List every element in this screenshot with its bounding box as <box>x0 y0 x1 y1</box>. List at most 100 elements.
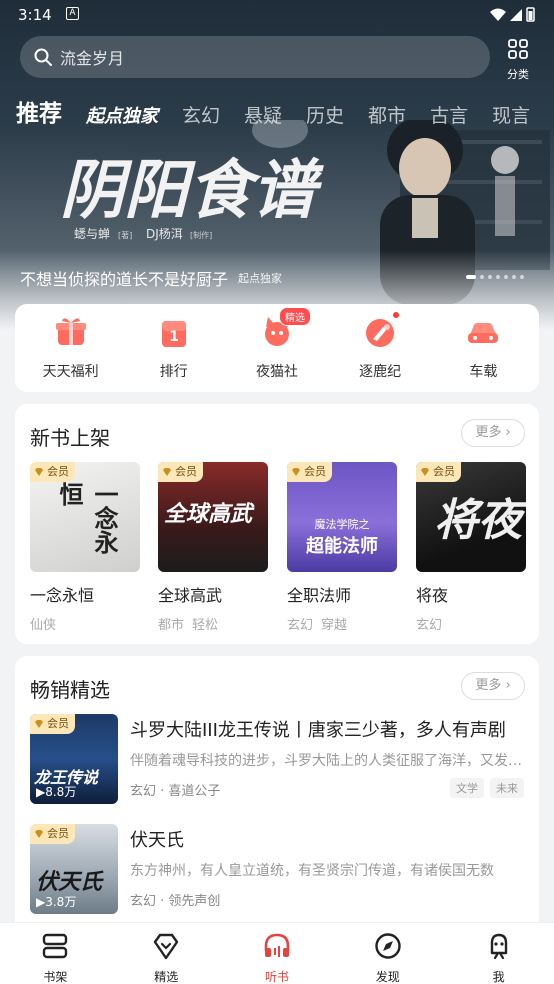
nav-discover[interactable]: 发现 <box>332 923 443 984</box>
pagination-dot <box>488 275 492 279</box>
pagination-dot <box>466 275 476 279</box>
quick-label: 夜猫社 <box>255 364 298 380</box>
tab-suspense[interactable]: 悬疑 <box>244 101 282 128</box>
cover-title: 全球高武 <box>164 502 253 527</box>
category-label: 分类 <box>507 68 529 81</box>
grid-icon <box>508 39 528 59</box>
item-author: 喜道公子 <box>168 784 221 799</box>
cover-title: 将夜 <box>434 495 522 546</box>
book-tag: 玄幻 <box>287 618 314 633</box>
pagination-dot <box>496 275 500 279</box>
book-cover: 一念永恒 会员 <box>30 462 140 572</box>
featured-badge: 精选 <box>278 307 311 326</box>
status-bar: 3:14 A <box>0 0 554 30</box>
nav-label: 听书 <box>264 970 289 984</box>
nav-label: 我 <box>492 970 505 984</box>
item-chip: 未来 <box>490 778 524 798</box>
cover-subtitle: 魔法学院之 <box>314 518 370 531</box>
book-card[interactable]: 全球高武 会员 全球高武 都市 轻松 <box>158 462 268 633</box>
quick-night-cat[interactable]: 精选 夜猫社 <box>227 307 327 381</box>
gift-icon <box>55 318 86 345</box>
vip-label: 会员 <box>175 465 197 478</box>
book-name: 一念永恒 <box>30 586 95 605</box>
vip-heart-icon <box>421 468 429 476</box>
item-title: 斗罗大陆III龙王传说丨唐家三少著，多人有声剧 <box>130 720 506 741</box>
tab-exclusive[interactable]: 起点独家 <box>86 102 158 128</box>
tab-recommend[interactable]: 推荐 <box>16 94 62 128</box>
tab-modern-romance[interactable]: 现言 <box>492 101 530 128</box>
list-item[interactable]: 龙王传说 会员 ▶8.8万 斗罗大陆III龙王传说丨唐家三少著，多人有声剧 伴随… <box>30 714 524 804</box>
vip-badge: 会员 <box>30 462 75 482</box>
vip-label: 会员 <box>47 717 69 730</box>
car-icon <box>468 323 499 343</box>
tab-history[interactable]: 历史 <box>306 101 344 128</box>
item-genre: 玄幻 <box>130 784 157 799</box>
quick-label: 天天福利 <box>42 364 99 380</box>
banner-tag: 起点独家 <box>238 272 283 285</box>
quick-menu: 天天福利 1 排行 精选 夜猫社 逐鹿纪 车载 <box>15 304 539 392</box>
tab-urban[interactable]: 都市 <box>368 101 406 128</box>
compass-icon <box>375 933 401 959</box>
item-description: 伴随着魂导科技的进步，斗罗大陆上的人类征服了海洋，又发现了两片大陆 <box>130 753 524 769</box>
book-tag: 穿越 <box>321 618 348 633</box>
banner-art-title: 阴阳食谱 <box>60 153 324 228</box>
vip-heart-icon <box>292 468 300 476</box>
category-button[interactable]: 分类 <box>500 38 536 81</box>
more-label: 更多 <box>475 678 502 693</box>
pagination-dot <box>480 275 484 279</box>
list-item[interactable]: 伏天氏 会员 ▶3.8万 伏天氏 东方神州，有人皇立道统，有圣贤宗门传道，有诸侯… <box>30 824 524 914</box>
banner-art-credit-2-role: [制作] <box>190 230 212 240</box>
vip-heart-icon <box>35 830 43 838</box>
notification-icon: A <box>66 7 79 20</box>
tab-xuanhuan[interactable]: 玄幻 <box>182 101 220 128</box>
nav-profile[interactable]: 我 <box>443 923 554 984</box>
nav-bookshelf[interactable]: 书架 <box>0 923 111 984</box>
pagination-dot <box>520 275 524 279</box>
nav-featured[interactable]: 精选 <box>111 923 222 984</box>
item-description: 东方神州，有人皇立道统，有圣贤宗门传道，有诸侯国无数 <box>130 863 494 879</box>
quick-deer[interactable]: 逐鹿纪 <box>330 311 430 381</box>
nav-label: 书架 <box>43 970 68 984</box>
book-tag: 都市 <box>158 618 185 633</box>
play-icon: ▶ <box>36 785 46 799</box>
bottom-navigation: 书架 精选 听书 发现 我 <box>0 922 554 984</box>
banner-caption[interactable]: 不想当侦探的道长不是好厨子 起点独家 <box>20 266 282 290</box>
item-chips: 文学 未来 <box>444 778 524 798</box>
pagination-dot <box>504 275 508 279</box>
cover-title: 伏天氏 <box>36 870 103 895</box>
signal-battery-icon <box>490 7 535 22</box>
nav-label: 精选 <box>154 970 179 984</box>
play-icon: ▶ <box>36 895 46 909</box>
book-cover: 将夜 会员 <box>416 462 526 572</box>
book-cover: 龙王传说 会员 ▶8.8万 <box>30 714 118 804</box>
banner-art-credit-1: 蟋与蝉 <box>74 227 110 241</box>
quick-car[interactable]: 车载 <box>433 315 533 381</box>
more-button[interactable]: 更多 › <box>461 672 525 700</box>
book-name: 全职法师 <box>287 586 352 605</box>
more-button[interactable]: 更多 › <box>461 419 525 447</box>
book-card[interactable]: 将夜 会员 将夜 玄幻 <box>416 462 526 633</box>
quick-welfare[interactable]: 天天福利 <box>21 315 121 381</box>
profile-icon <box>490 933 507 960</box>
vip-badge: 会员 <box>30 714 75 734</box>
diamond-icon <box>153 933 179 960</box>
vip-label: 会员 <box>47 827 69 840</box>
search-icon <box>34 48 52 66</box>
chevron-right-icon: › <box>501 678 511 693</box>
nav-audiobooks[interactable]: 听书 <box>222 923 333 984</box>
quick-label: 排行 <box>159 364 188 380</box>
vip-badge: 会员 <box>416 462 461 482</box>
tab-ancient-romance[interactable]: 古言 <box>430 101 468 128</box>
search-input[interactable]: 流金岁月 <box>20 36 490 78</box>
search-placeholder: 流金岁月 <box>60 49 125 68</box>
rank-number: 1 <box>169 329 179 345</box>
item-meta: 玄幻 · 喜道公子 <box>130 784 221 799</box>
deer-icon <box>366 319 395 347</box>
cover-title: 一念永恒 <box>55 482 119 554</box>
book-tag: 轻松 <box>192 618 219 633</box>
quick-ranking[interactable]: 1 排行 <box>124 315 224 381</box>
status-time: 3:14 <box>18 6 52 24</box>
book-card[interactable]: 一念永恒 会员 一念永恒 仙侠 <box>30 462 140 633</box>
book-tags: 都市 轻松 <box>158 614 268 633</box>
book-card[interactable]: 魔法学院之 超能法师 会员 全职法师 玄幻 穿越 <box>287 462 397 633</box>
